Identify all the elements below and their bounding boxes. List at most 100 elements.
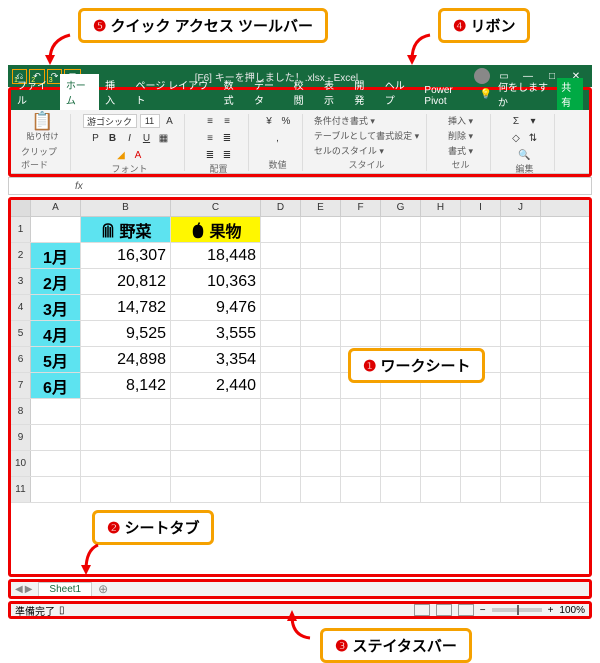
- cell-B1[interactable]: 野菜: [81, 217, 171, 242]
- callout-label-3: ステイタスバー: [352, 635, 456, 656]
- select-all-button[interactable]: [11, 200, 31, 216]
- arrow-4: [400, 30, 440, 70]
- col-head-G[interactable]: G: [381, 200, 421, 216]
- fill-icon[interactable]: ▾: [526, 114, 540, 128]
- callout-label-4: リボン: [470, 15, 515, 36]
- data-row: 32月20,81210,363: [11, 269, 589, 295]
- autosum-icon[interactable]: Σ: [509, 114, 523, 128]
- tab-help[interactable]: ヘルプ: [379, 74, 419, 110]
- font-grow-icon[interactable]: A: [163, 114, 177, 128]
- zoom-in-icon[interactable]: +: [548, 605, 554, 616]
- formula-bar: fx: [8, 177, 592, 195]
- font-name-select[interactable]: 游ゴシック: [83, 114, 137, 128]
- fx-icon[interactable]: fx: [69, 181, 89, 192]
- col-head-A[interactable]: A: [31, 200, 81, 216]
- tab-insert[interactable]: 挿入: [99, 74, 129, 110]
- percent-icon[interactable]: %: [279, 114, 293, 128]
- zoom-level[interactable]: 100%: [559, 605, 585, 616]
- data-row: 65月24,8983,354: [11, 347, 589, 373]
- underline-icon[interactable]: U: [140, 131, 154, 145]
- data-row: 54月9,5253,555: [11, 321, 589, 347]
- align-left-icon[interactable]: ≣: [220, 131, 234, 145]
- row-head-1[interactable]: 1: [11, 217, 31, 242]
- tab-home[interactable]: ホーム: [60, 74, 99, 110]
- align-top-icon[interactable]: ≡: [203, 114, 217, 128]
- border-icon[interactable]: ▦: [157, 131, 171, 145]
- status-scroll-lock-icon: ▯: [59, 605, 65, 616]
- sheet-prev-icon[interactable]: ◀: [15, 584, 23, 595]
- add-sheet-button[interactable]: ⊕: [98, 582, 108, 596]
- tab-file[interactable]: ファイル: [11, 74, 60, 110]
- col-head-F[interactable]: F: [341, 200, 381, 216]
- callout-qat: ❺ クイック アクセス ツールバー: [78, 8, 328, 43]
- col-head-C[interactable]: C: [171, 200, 261, 216]
- bold-icon[interactable]: B: [106, 131, 120, 145]
- col-head-J[interactable]: J: [501, 200, 541, 216]
- tab-review[interactable]: 校閲: [288, 74, 318, 110]
- share-button[interactable]: 共有: [557, 78, 583, 110]
- view-page-break-icon[interactable]: [458, 604, 474, 616]
- zoom-out-icon[interactable]: −: [480, 605, 486, 616]
- col-head-D[interactable]: D: [261, 200, 301, 216]
- col-head-H[interactable]: H: [421, 200, 461, 216]
- callout-label-1: ワークシート: [380, 355, 470, 376]
- empty-row: 8: [11, 399, 589, 425]
- align-center-icon[interactable]: ≣: [203, 148, 217, 162]
- currency-icon[interactable]: ¥: [262, 114, 276, 128]
- zoom-slider[interactable]: [492, 608, 542, 612]
- tell-me-icon[interactable]: 💡: [480, 89, 492, 100]
- align-bot-icon[interactable]: ≡: [203, 131, 217, 145]
- clear-icon[interactable]: ◇: [509, 131, 523, 145]
- arrow-5: [40, 30, 80, 70]
- paste-icon[interactable]: 📋: [36, 114, 50, 128]
- font-color-icon[interactable]: A: [131, 148, 145, 162]
- tab-data[interactable]: データ: [248, 74, 288, 110]
- callout-num-4: ❹: [453, 17, 466, 35]
- view-normal-icon[interactable]: [414, 604, 430, 616]
- col-head-E[interactable]: E: [301, 200, 341, 216]
- cell-A1[interactable]: [31, 217, 81, 242]
- sort-filter-icon[interactable]: ⇅: [526, 131, 540, 145]
- arrow-2: [78, 540, 108, 580]
- tab-page-layout[interactable]: ページ レイアウト: [130, 74, 218, 110]
- view-page-layout-icon[interactable]: [436, 604, 452, 616]
- tell-me-text[interactable]: 何をしますか: [498, 79, 551, 109]
- col-head-I[interactable]: I: [461, 200, 501, 216]
- callout-num-3: ❸: [335, 637, 348, 655]
- format-as-table-button[interactable]: テーブルとして書式設定 ▾: [314, 129, 419, 142]
- callout-num-1: ❶: [363, 357, 376, 375]
- align-right-icon[interactable]: ≣: [220, 148, 234, 162]
- group-font-label: フォント: [111, 162, 147, 175]
- ribbon-tabs: ファイル ホーム 挿入 ページ レイアウト 数式 データ 校閲 表示 開発 ヘル…: [11, 90, 589, 110]
- arrow-3: [280, 608, 320, 643]
- sheet-nav: ◀ ▶: [15, 584, 32, 595]
- callout-num-2: ❷: [107, 519, 120, 537]
- comma-icon[interactable]: ,: [271, 131, 285, 145]
- data-row: 43月14,7829,476: [11, 295, 589, 321]
- format-cells-button[interactable]: 書式 ▾: [448, 144, 473, 157]
- fill-color-icon[interactable]: ◢: [114, 148, 128, 162]
- group-edit-label: 編集: [515, 162, 533, 175]
- font-shrink-icon[interactable]: P: [89, 131, 103, 145]
- tab-developer[interactable]: 開発: [348, 74, 378, 110]
- delete-cells-button[interactable]: 削除 ▾: [448, 129, 473, 142]
- col-head-B[interactable]: B: [81, 200, 171, 216]
- ribbon-body: 📋 貼り付け クリップボード 游ゴシック 11 A P B I U ▦ ◢ A …: [11, 110, 589, 174]
- sheet-tab-1[interactable]: Sheet1: [38, 582, 92, 596]
- group-style-label: スタイル: [348, 158, 384, 171]
- find-icon[interactable]: 🔍: [518, 148, 532, 162]
- tab-view[interactable]: 表示: [318, 74, 348, 110]
- group-clipboard-label: クリップボード: [21, 145, 64, 171]
- font-size-select[interactable]: 11: [140, 114, 160, 128]
- group-font: 游ゴシック 11 A P B I U ▦ ◢ A フォント: [75, 114, 185, 171]
- cell-styles-button[interactable]: セルのスタイル ▾: [314, 144, 384, 157]
- group-align: ≡ ≡ ≡ ≣ ≣ ≣ 配置: [189, 114, 249, 171]
- insert-cells-button[interactable]: 挿入 ▾: [448, 114, 473, 127]
- cell-C1[interactable]: 果物: [171, 217, 261, 242]
- sheet-next-icon[interactable]: ▶: [25, 584, 33, 595]
- italic-icon[interactable]: I: [123, 131, 137, 145]
- tab-powerpivot[interactable]: Power Pivot: [418, 82, 479, 110]
- tab-formulas[interactable]: 数式: [218, 74, 248, 110]
- conditional-format-button[interactable]: 条件付き書式 ▾: [314, 114, 375, 127]
- align-mid-icon[interactable]: ≡: [220, 114, 234, 128]
